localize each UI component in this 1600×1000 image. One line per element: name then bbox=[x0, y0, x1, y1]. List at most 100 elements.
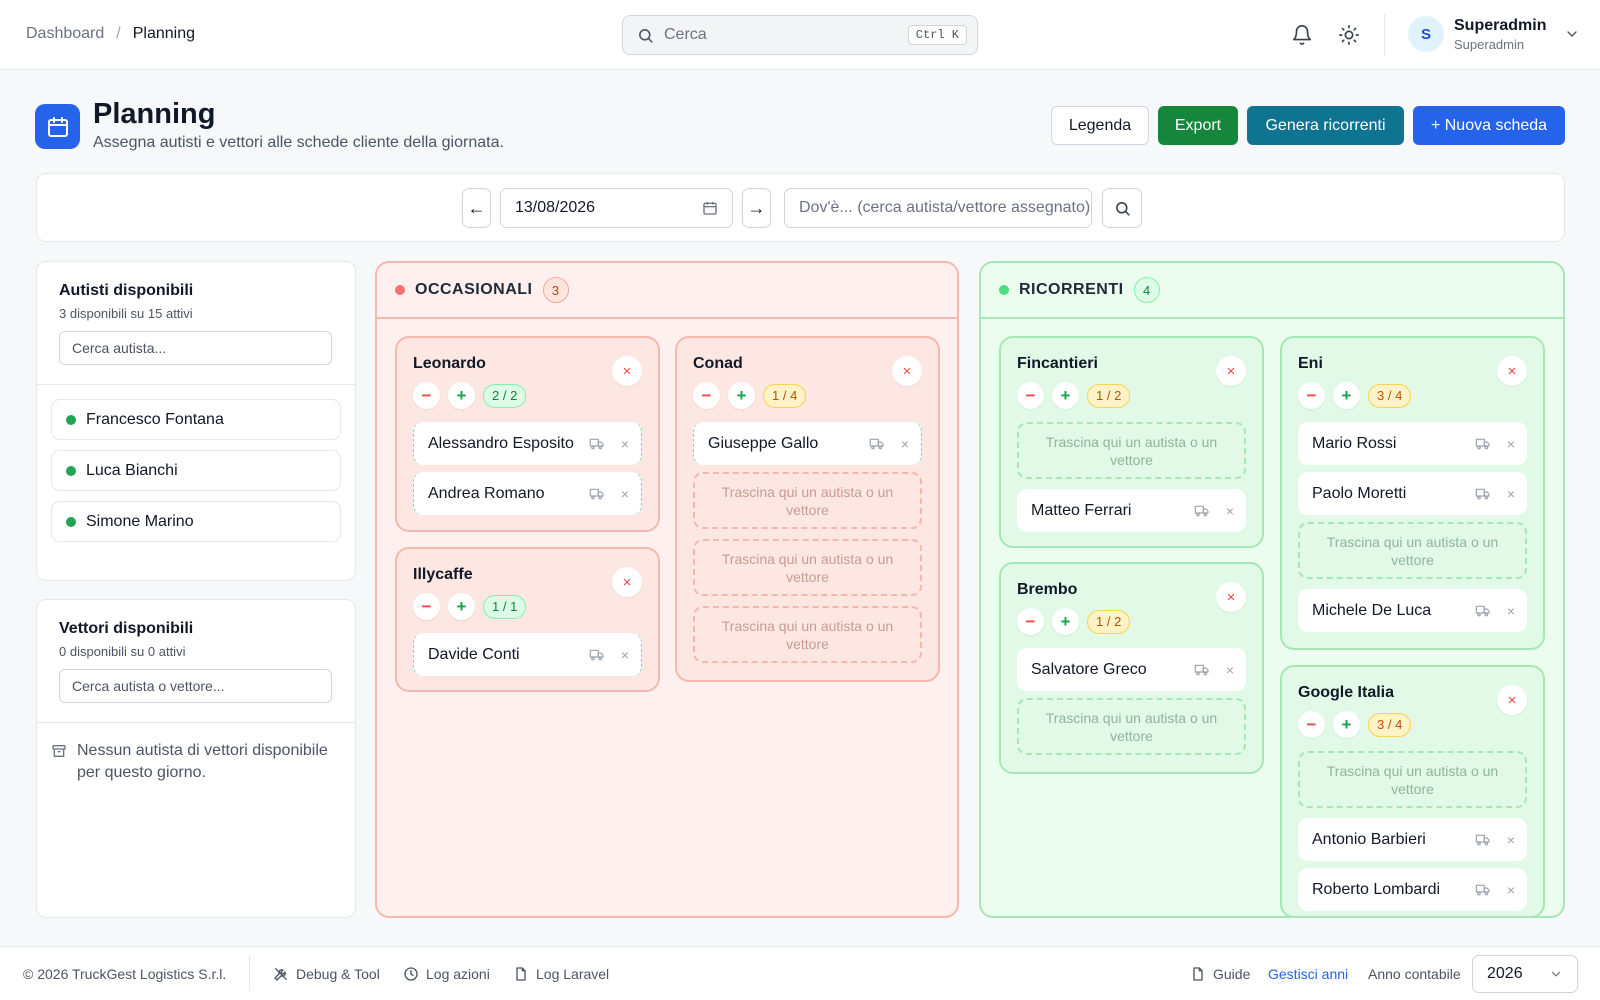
available-driver-item[interactable]: Luca Bianchi bbox=[51, 450, 341, 491]
next-day-button[interactable]: → bbox=[742, 188, 771, 228]
remove-driver-icon[interactable]: × bbox=[899, 436, 911, 452]
where-search-input[interactable]: Dov'è... (cerca autista/vettore assegnat… bbox=[784, 188, 1092, 228]
assigned-driver[interactable]: Giuseppe Gallo × bbox=[693, 422, 922, 465]
truck-icon[interactable] bbox=[1475, 833, 1491, 847]
decrease-capacity-button[interactable]: − bbox=[413, 593, 440, 620]
driver-name: Antonio Barbieri bbox=[1312, 830, 1426, 848]
drop-zone[interactable]: Trascina qui un autista o un vettore bbox=[1017, 698, 1246, 755]
log-azioni-link[interactable]: Log azioni bbox=[403, 966, 490, 982]
remove-driver-icon[interactable]: × bbox=[1224, 662, 1236, 678]
drop-zone[interactable]: Trascina qui un autista o un vettore bbox=[1017, 422, 1246, 479]
available-driver-item[interactable]: Simone Marino bbox=[51, 501, 341, 542]
increase-capacity-button[interactable]: + bbox=[1333, 382, 1360, 409]
truck-icon[interactable] bbox=[589, 648, 605, 662]
close-icon[interactable]: × bbox=[612, 356, 642, 386]
guide-link[interactable]: Guide bbox=[1190, 966, 1250, 982]
global-search-input[interactable]: Cerca Ctrl K bbox=[622, 15, 978, 55]
increase-capacity-button[interactable]: + bbox=[1052, 608, 1079, 635]
bell-icon[interactable] bbox=[1291, 24, 1313, 46]
truck-icon[interactable] bbox=[869, 437, 885, 451]
carrier-search-input[interactable]: Cerca autista o vettore... bbox=[59, 669, 332, 703]
close-icon[interactable]: × bbox=[612, 567, 642, 597]
close-icon[interactable]: × bbox=[1497, 356, 1527, 386]
driver-name: Alessandro Esposito bbox=[428, 434, 574, 452]
calendar-small-icon[interactable] bbox=[702, 200, 718, 216]
drivers-panel: Autisti disponibili 3 disponibili su 15 … bbox=[36, 261, 356, 581]
search-shortcut-badge: Ctrl K bbox=[907, 25, 967, 45]
increase-capacity-button[interactable]: + bbox=[448, 382, 475, 409]
increase-capacity-button[interactable]: + bbox=[728, 382, 755, 409]
where-search-button[interactable] bbox=[1102, 188, 1142, 228]
truck-icon[interactable] bbox=[1475, 883, 1491, 897]
capacity-controls: − +3 / 4 bbox=[1298, 382, 1412, 409]
assigned-driver[interactable]: Davide Conti × bbox=[413, 633, 642, 676]
prev-day-button[interactable]: ← bbox=[462, 188, 491, 228]
carriers-panel-title: Vettori disponibili bbox=[59, 620, 194, 637]
decrease-capacity-button[interactable]: − bbox=[1298, 711, 1325, 738]
log-laravel-link[interactable]: Log Laravel bbox=[513, 966, 609, 982]
assigned-driver[interactable]: Mario Rossi × bbox=[1298, 422, 1527, 465]
assigned-driver[interactable]: Andrea Romano × bbox=[413, 472, 642, 515]
truck-icon[interactable] bbox=[1475, 487, 1491, 501]
assigned-driver[interactable]: Salvatore Greco × bbox=[1017, 648, 1246, 691]
remove-driver-icon[interactable]: × bbox=[619, 486, 631, 502]
truck-icon[interactable] bbox=[1194, 663, 1210, 677]
user-role: Superadmin bbox=[1454, 36, 1525, 52]
decrease-capacity-button[interactable]: − bbox=[693, 382, 720, 409]
legenda-button[interactable]: Legenda bbox=[1051, 106, 1149, 145]
remove-driver-icon[interactable]: × bbox=[619, 436, 631, 452]
decrease-capacity-button[interactable]: − bbox=[1017, 608, 1044, 635]
increase-capacity-button[interactable]: + bbox=[448, 593, 475, 620]
assigned-driver[interactable]: Matteo Ferrari × bbox=[1017, 489, 1246, 532]
remove-driver-icon[interactable]: × bbox=[619, 647, 631, 663]
user-menu[interactable]: S Superadmin Superadmin bbox=[1408, 16, 1580, 52]
truck-icon[interactable] bbox=[589, 487, 605, 501]
export-button[interactable]: Export bbox=[1158, 106, 1238, 145]
drop-zone[interactable]: Trascina qui un autista o un vettore bbox=[1298, 522, 1527, 579]
anno-contabile-select[interactable]: 2026 bbox=[1472, 955, 1578, 993]
remove-driver-icon[interactable]: × bbox=[1505, 436, 1517, 452]
drop-zone[interactable]: Trascina qui un autista o un vettore bbox=[693, 606, 922, 663]
remove-driver-icon[interactable]: × bbox=[1224, 503, 1236, 519]
decrease-capacity-button[interactable]: − bbox=[413, 382, 440, 409]
driver-search-input[interactable]: Cerca autista... bbox=[59, 331, 332, 365]
assigned-driver[interactable]: Paolo Moretti × bbox=[1298, 472, 1527, 515]
genera-ricorrenti-button[interactable]: Genera ricorrenti bbox=[1247, 106, 1404, 145]
drop-zone[interactable]: Trascina qui un autista o un vettore bbox=[1298, 751, 1527, 808]
truck-icon[interactable] bbox=[589, 437, 605, 451]
sun-icon[interactable] bbox=[1338, 24, 1360, 46]
close-icon[interactable]: × bbox=[1497, 685, 1527, 715]
column-count-badge: 4 bbox=[1133, 277, 1160, 303]
close-icon[interactable]: × bbox=[1216, 356, 1246, 386]
close-icon[interactable]: × bbox=[892, 356, 922, 386]
copyright: © 2026 TruckGest Logistics S.r.l. bbox=[23, 966, 227, 982]
driver-name: Luca Bianchi bbox=[86, 461, 178, 479]
gestisci-anni-link[interactable]: Gestisci anni bbox=[1268, 966, 1348, 982]
debug-tool-link[interactable]: Debug & Tool bbox=[273, 966, 380, 982]
truck-icon[interactable] bbox=[1475, 437, 1491, 451]
nuova-scheda-button[interactable]: + Nuova scheda bbox=[1413, 106, 1565, 145]
drop-zone[interactable]: Trascina qui un autista o un vettore bbox=[693, 539, 922, 596]
remove-driver-icon[interactable]: × bbox=[1505, 603, 1517, 619]
increase-capacity-button[interactable]: + bbox=[1052, 382, 1079, 409]
remove-driver-icon[interactable]: × bbox=[1505, 486, 1517, 502]
decrease-capacity-button[interactable]: − bbox=[1017, 382, 1044, 409]
remove-driver-icon[interactable]: × bbox=[1505, 882, 1517, 898]
truck-icon[interactable] bbox=[1194, 504, 1210, 518]
remove-driver-icon[interactable]: × bbox=[1505, 832, 1517, 848]
breadcrumb-dashboard-link[interactable]: Dashboard bbox=[26, 25, 104, 43]
increase-capacity-button[interactable]: + bbox=[1333, 711, 1360, 738]
assigned-driver[interactable]: Michele De Luca × bbox=[1298, 589, 1527, 632]
status-dot bbox=[66, 516, 76, 527]
page-subtitle: Assegna autisti e vettori alle schede cl… bbox=[93, 134, 504, 151]
assigned-driver[interactable]: Antonio Barbieri × bbox=[1298, 818, 1527, 861]
assigned-driver[interactable]: Alessandro Esposito × bbox=[413, 422, 642, 465]
assigned-driver[interactable]: Roberto Lombardi × bbox=[1298, 868, 1527, 911]
date-input[interactable]: 13/08/2026 bbox=[500, 188, 733, 228]
decrease-capacity-button[interactable]: − bbox=[1298, 382, 1325, 409]
truck-icon[interactable] bbox=[1475, 604, 1491, 618]
available-driver-item[interactable]: Francesco Fontana bbox=[51, 399, 341, 440]
empty-state-message: Nessun autista di vettori disponibile pe… bbox=[77, 742, 328, 781]
close-icon[interactable]: × bbox=[1216, 582, 1246, 612]
drop-zone[interactable]: Trascina qui un autista o un vettore bbox=[693, 472, 922, 529]
